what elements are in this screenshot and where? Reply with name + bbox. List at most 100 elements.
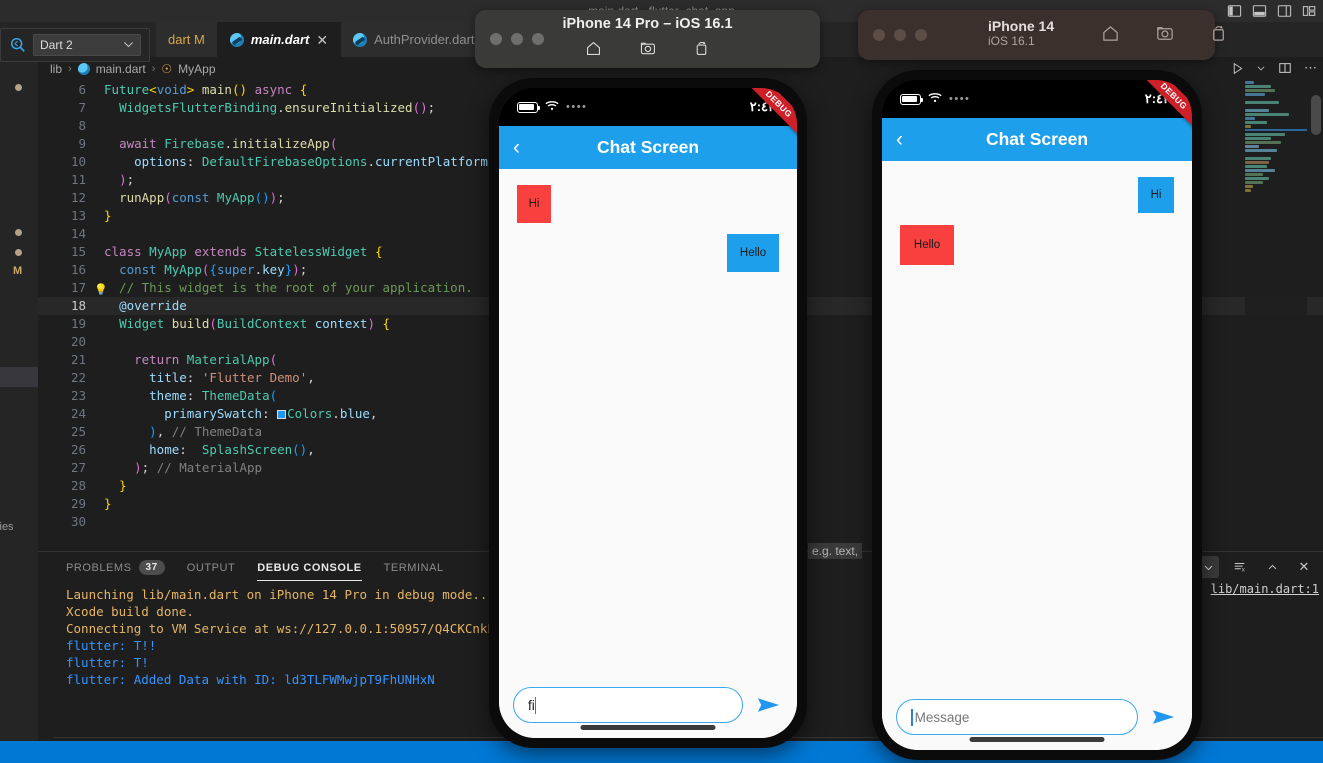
simulator-window-chrome-2[interactable]: iPhone 14 iOS 16.1 xyxy=(858,10,1224,60)
breadcrumb-symbol[interactable]: MyApp xyxy=(178,62,215,76)
code-token: theme xyxy=(149,388,187,403)
back-button[interactable]: ‹ xyxy=(513,137,520,158)
device-screen-2[interactable]: •••• ٢:٤٣ ‹ Chat Screen Hi Hello Message xyxy=(882,80,1192,750)
home-icon[interactable] xyxy=(1101,24,1120,48)
send-icon[interactable] xyxy=(1148,702,1178,732)
explorer-sidebar[interactable]: M cies xyxy=(0,22,38,741)
code-token: MyApp xyxy=(164,262,202,277)
window-traffic-lights[interactable] xyxy=(873,29,927,41)
panel-tab-problems[interactable]: PROBLEMS 37 xyxy=(66,552,165,583)
panel-tab-terminal[interactable]: TERMINAL xyxy=(384,552,444,583)
chat-bubble[interactable]: Hi xyxy=(517,185,551,223)
code-token: : xyxy=(186,154,202,169)
tab-authprovider-dart[interactable]: AuthProvider.dart xyxy=(341,22,488,57)
home-icon[interactable] xyxy=(585,40,602,62)
class-symbol-icon: ☉ xyxy=(161,62,173,76)
simulator-toolbar-1 xyxy=(475,40,820,62)
close-window-button[interactable] xyxy=(873,29,885,41)
more-actions-icon[interactable]: ⋯ xyxy=(1304,60,1317,76)
code-token: ( xyxy=(269,352,278,367)
toggle-primary-sidebar-icon[interactable] xyxy=(1227,4,1242,18)
editor-actions: ⋯ xyxy=(1231,60,1317,76)
chat-message-list-1[interactable]: Hi Hello fi xyxy=(499,169,797,738)
clear-console-icon[interactable]: x xyxy=(1229,556,1251,578)
message-input-1[interactable]: fi xyxy=(513,687,743,723)
minimap-line xyxy=(1245,169,1275,172)
rotate-icon[interactable] xyxy=(1209,24,1228,48)
chat-bubble[interactable]: Hi xyxy=(1138,177,1174,213)
ios-status-bar-2: •••• ٢:٤٣ xyxy=(882,80,1192,118)
explorer-truncated-item[interactable]: cies xyxy=(0,521,14,533)
screenshot-icon[interactable] xyxy=(638,40,657,62)
editor-minimap[interactable] xyxy=(1245,81,1307,551)
code-token: @override xyxy=(119,298,187,313)
chat-message-list-2[interactable]: Hi Hello Message xyxy=(882,161,1192,750)
minimize-window-button[interactable] xyxy=(894,29,906,41)
toggle-secondary-sidebar-icon[interactable] xyxy=(1277,4,1292,18)
code-token: Future xyxy=(104,82,150,97)
code-token: void xyxy=(156,82,187,97)
tab-label: dart M xyxy=(168,32,205,47)
status-dots: •••• xyxy=(949,93,971,105)
code-token: ( xyxy=(164,190,172,205)
wifi-icon xyxy=(928,92,942,106)
line-number: 26 xyxy=(70,442,86,457)
app-bar-title: Chat Screen xyxy=(596,137,700,157)
send-icon[interactable] xyxy=(753,690,783,720)
breadcrumb-file[interactable]: main.dart xyxy=(96,62,146,76)
chevron-down-icon[interactable] xyxy=(123,40,134,51)
color-swatch-icon xyxy=(277,410,287,419)
breadcrumb-folder[interactable]: lib xyxy=(50,62,62,76)
panel-tab-debug-console[interactable]: DEBUG CONSOLE xyxy=(257,552,362,583)
explorer-selected-row[interactable] xyxy=(0,367,38,387)
code-token: ) xyxy=(134,460,142,475)
split-editor-icon[interactable] xyxy=(1278,61,1292,75)
search-scope-select[interactable]: Dart 2 xyxy=(33,34,141,56)
message-input-2[interactable]: Message xyxy=(896,699,1138,735)
line-number: 12 xyxy=(70,190,86,205)
code-token: MyApp xyxy=(216,190,255,205)
zoom-window-button[interactable] xyxy=(915,29,927,41)
code-token: primarySwatch xyxy=(164,406,263,421)
search-scope-overlay[interactable]: Dart 2 xyxy=(0,28,150,62)
minimap-line xyxy=(1245,89,1275,92)
code-token: ) xyxy=(149,424,157,439)
chat-bubble[interactable]: Hello xyxy=(727,234,779,272)
panel-actions: x ✕ xyxy=(1197,556,1315,578)
chat-bubble-text: Hi xyxy=(528,198,540,210)
simulator-title-1: iPhone 14 Pro – iOS 16.1 xyxy=(475,16,820,32)
minimap-line xyxy=(1245,109,1269,112)
scrollbar-thumb[interactable] xyxy=(1311,95,1321,135)
chevron-down-icon[interactable] xyxy=(1256,63,1266,73)
code-token: : xyxy=(186,388,202,403)
toggle-panel-icon[interactable] xyxy=(1252,4,1267,18)
code-token: MyApp xyxy=(149,244,187,259)
close-icon[interactable]: ✕ xyxy=(316,33,328,47)
tab-main-dart[interactable]: main.dart ✕ xyxy=(217,22,342,57)
collapse-panel-icon[interactable] xyxy=(1261,556,1283,578)
rotate-icon[interactable] xyxy=(693,40,710,62)
code-token: options xyxy=(134,154,187,169)
editor-scrollbar[interactable] xyxy=(1309,81,1323,551)
panel-tab-output[interactable]: OUTPUT xyxy=(187,552,236,583)
chat-bubble[interactable]: Hello xyxy=(900,225,954,265)
code-token: super xyxy=(216,262,255,277)
line-number: 25 xyxy=(70,424,86,439)
search-icon[interactable] xyxy=(9,36,27,54)
back-button[interactable]: ‹ xyxy=(896,129,903,150)
tab-dart-modified[interactable]: dart M xyxy=(156,22,218,57)
code-token: . xyxy=(367,154,375,169)
close-icon[interactable]: ✕ xyxy=(1293,556,1315,578)
device-screen-1[interactable]: •••• ٢:٤٣ ‹ Chat Screen Hi Hello fi DEBU… xyxy=(499,88,797,738)
simulator-window-chrome-1[interactable]: iPhone 14 Pro – iOS 16.1 xyxy=(475,10,820,68)
code-token: return xyxy=(134,352,180,367)
run-icon[interactable] xyxy=(1231,62,1244,75)
customize-layout-icon[interactable] xyxy=(1302,4,1317,18)
line-number: 19 xyxy=(70,316,86,331)
code-token: extends xyxy=(194,244,248,259)
screenshot-icon[interactable] xyxy=(1154,24,1175,48)
minimap-line xyxy=(1245,157,1271,160)
code-token: ) xyxy=(367,316,375,331)
